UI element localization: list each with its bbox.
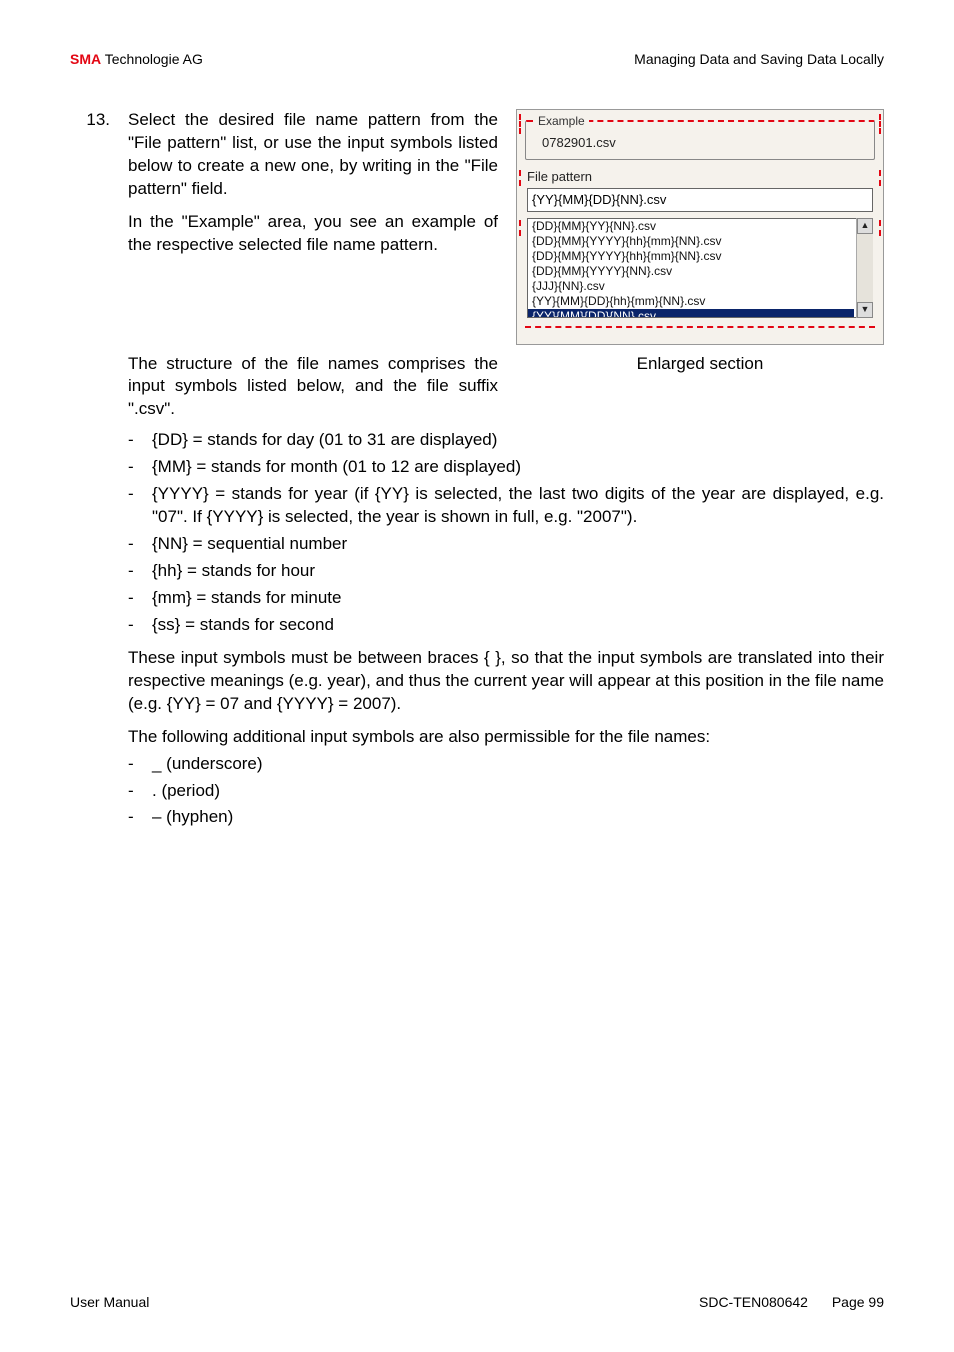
file-pattern-label: File pattern	[527, 168, 873, 186]
list-item: – (hyphen)	[128, 806, 884, 829]
figure-caption: Enlarged section	[516, 353, 884, 422]
file-pattern-list[interactable]: {DD}{MM}{YY}{NN}.csv {DD}{MM}{YYYY}{hh}{…	[527, 218, 873, 318]
list-item[interactable]: {DD}{MM}{YYYY}{hh}{mm}{NN}.csv	[528, 249, 854, 264]
scroll-down-icon[interactable]: ▼	[857, 302, 873, 318]
list-item: . (period)	[128, 780, 884, 803]
example-label: Example	[534, 113, 589, 129]
list-item: _ (underscore)	[128, 753, 884, 776]
page-footer: User Manual SDC-TEN080642 Page 99	[70, 1293, 884, 1312]
step-paragraph-1: Select the desired file name pattern fro…	[128, 109, 498, 201]
figure-bottom-dash	[525, 326, 875, 334]
structure-paragraph: The structure of the file names comprise…	[128, 353, 498, 422]
figure-enlarged-section: Example 0782901.csv File pattern {YY}{MM…	[516, 109, 884, 345]
list-item: {YYYY} = stands for year (if {YY} is sel…	[128, 483, 884, 529]
list-item: {hh} = stands for hour	[128, 560, 884, 583]
scroll-up-icon[interactable]: ▲	[857, 218, 873, 234]
header-section-title: Managing Data and Saving Data Locally	[634, 50, 884, 69]
list-item: {ss} = stands for second	[128, 614, 884, 637]
list-item: {mm} = stands for minute	[128, 587, 884, 610]
list-item[interactable]: {YY}{MM}{DD}{hh}{mm}{NN}.csv	[528, 294, 854, 309]
footer-left: User Manual	[70, 1293, 149, 1312]
braces-paragraph: These input symbols must be between brac…	[128, 647, 884, 716]
footer-doc-id: SDC-TEN080642	[699, 1294, 808, 1310]
list-item[interactable]: {DD}{MM}{YY}{NN}.csv	[528, 219, 854, 234]
additional-symbols-intro: The following additional input symbols a…	[128, 726, 884, 749]
header-left: SMA Technologie AG	[70, 50, 203, 69]
list-item[interactable]: {JJJ}{NN}.csv	[528, 279, 854, 294]
example-value: 0782901.csv	[536, 134, 864, 152]
list-item[interactable]: {DD}{MM}{YYYY}{NN}.csv	[528, 264, 854, 279]
scrollbar[interactable]: ▲ ▼	[856, 218, 873, 318]
brand-name: SMA	[70, 51, 101, 67]
symbol-list: {DD} = stands for day (01 to 31 are disp…	[128, 429, 884, 637]
brand-suffix: Technologie AG	[101, 51, 203, 67]
list-item-selected[interactable]: {YY}{MM}{DD}{NN}.csv	[528, 309, 854, 318]
list-item: {NN} = sequential number	[128, 533, 884, 556]
file-pattern-input[interactable]: {YY}{MM}{DD}{NN}.csv	[527, 188, 873, 212]
extras-list: _ (underscore) . (period) – (hyphen)	[128, 753, 884, 830]
page-header: SMA Technologie AG Managing Data and Sav…	[70, 50, 884, 69]
list-item: {MM} = stands for month (01 to 12 are di…	[128, 456, 884, 479]
footer-page-number: Page 99	[832, 1294, 884, 1310]
step-number: 13.	[70, 109, 110, 132]
step-paragraph-2: In the "Example" area, you see an exampl…	[128, 211, 498, 257]
list-item: {DD} = stands for day (01 to 31 are disp…	[128, 429, 884, 452]
example-group: Example 0782901.csv	[525, 120, 875, 161]
list-item[interactable]: {DD}{MM}{YYYY}{hh}{mm}{NN}.csv	[528, 234, 854, 249]
